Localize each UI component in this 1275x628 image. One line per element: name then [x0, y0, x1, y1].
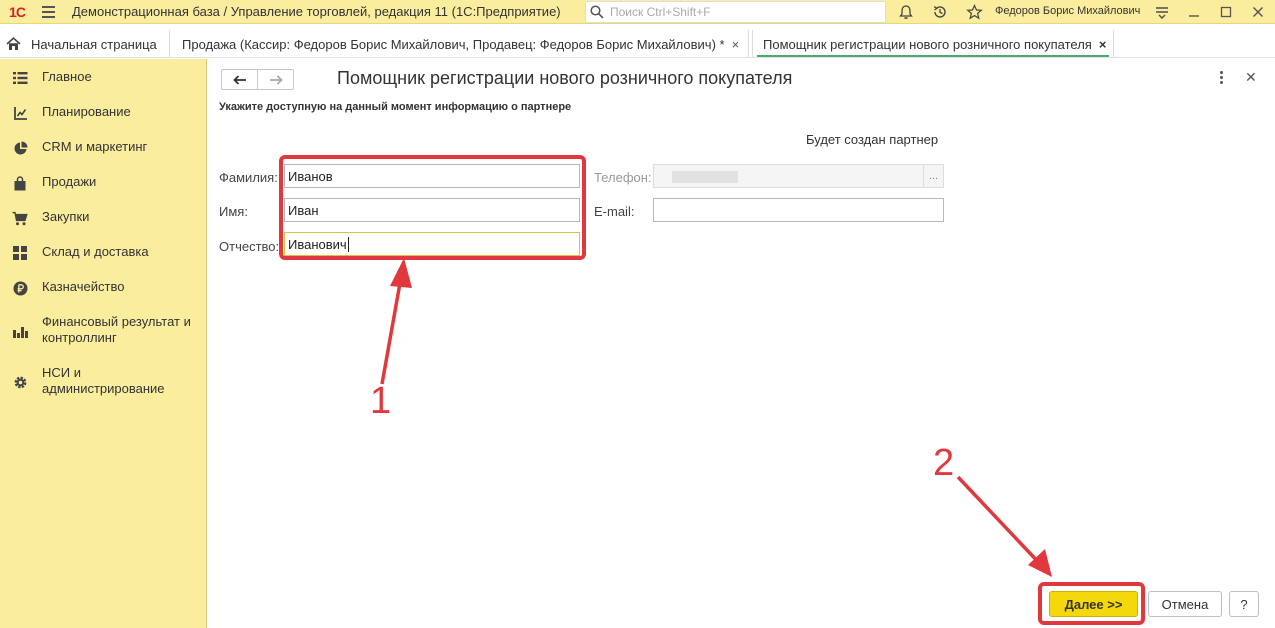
- warehouse-grid-icon: [12, 245, 28, 261]
- cancel-button[interactable]: Отмена: [1148, 591, 1222, 617]
- app-logo-icon[interactable]: 1С: [0, 0, 34, 24]
- form-area: Помощник регистрации нового розничного п…: [207, 59, 1275, 628]
- partner-note: Будет создан партнер: [806, 132, 939, 147]
- form-title: Помощник регистрации нового розничного п…: [337, 68, 793, 88]
- arrow-left-icon: [232, 74, 246, 85]
- sidebar-item-sales[interactable]: Продажи: [0, 174, 206, 191]
- tab-sale-close-icon[interactable]: ×: [732, 37, 740, 52]
- sidebar-item-admin[interactable]: НСИ и администрирование: [0, 365, 206, 397]
- annotation-box-name-fields: [279, 155, 586, 260]
- app-title: Демонстрационная база / Управление торго…: [72, 4, 561, 19]
- history-nav: [221, 69, 294, 90]
- cart-icon: [12, 210, 28, 226]
- tab-home-label: Начальная страница: [31, 36, 157, 52]
- maximize-icon[interactable]: [1212, 0, 1240, 24]
- shopping-bag-icon: [12, 175, 28, 191]
- phone-redacted-mask: [672, 171, 738, 183]
- minimize-icon[interactable]: [1180, 0, 1208, 24]
- annotation-step-2: 2: [933, 442, 955, 484]
- history-icon[interactable]: [926, 0, 954, 24]
- phone-field[interactable]: ...: [653, 164, 944, 188]
- tab-registration-assistant[interactable]: Помощник регистрации нового розничного п…: [752, 30, 1114, 58]
- annotation-box-next-button: [1038, 582, 1145, 625]
- sidebar-item-planning[interactable]: Планирование: [0, 104, 206, 121]
- tab-assistant-close-icon[interactable]: ×: [1099, 37, 1107, 52]
- arrow-right-icon: [269, 74, 283, 85]
- gear-icon: [12, 374, 28, 390]
- bar-chart-icon: [12, 323, 28, 339]
- sidebar-item-financial-result[interactable]: Финансовый результат и контроллинг: [0, 314, 206, 346]
- form-close-icon[interactable]: ✕: [1245, 69, 1257, 86]
- form-hint: Укажите доступную на данный момент инфор…: [219, 101, 572, 113]
- middle-name-label: Отчество:: [219, 239, 280, 254]
- tab-assistant-label: Помощник регистрации нового розничного п…: [763, 36, 1092, 52]
- window-close-icon[interactable]: [1244, 0, 1272, 24]
- search-input[interactable]: Поиск Ctrl+Shift+F: [585, 1, 886, 23]
- sidebar-item-crm[interactable]: CRM и маркетинг: [0, 139, 206, 156]
- email-field[interactable]: [653, 198, 944, 222]
- first-name-label: Имя:: [219, 204, 248, 219]
- phone-label: Телефон:: [594, 170, 652, 185]
- favorites-star-icon[interactable]: [960, 0, 988, 24]
- home-icon: [6, 37, 21, 50]
- ruble-coin-icon: [12, 280, 28, 296]
- sidebar-item-warehouse[interactable]: Склад и доставка: [0, 244, 206, 261]
- sidebar-item-label: Казначейство: [42, 279, 125, 294]
- tab-sale-label: Продажа (Кассир: Федоров Борис Михайлови…: [182, 36, 725, 52]
- pie-chart-icon: [12, 140, 28, 156]
- sidebar-item-label: Продажи: [42, 174, 97, 189]
- tab-home[interactable]: Начальная страница: [0, 30, 170, 58]
- sidebar-item-label: НСИ и администрирование: [42, 365, 165, 396]
- more-actions-icon[interactable]: [1215, 71, 1227, 87]
- current-user[interactable]: Федоров Борис Михайлович: [995, 5, 1140, 17]
- search-placeholder: Поиск Ctrl+Shift+F: [610, 5, 711, 19]
- sidebar-item-label: Закупки: [42, 209, 90, 224]
- sidebar-item-label: Планирование: [42, 104, 131, 119]
- forward-button[interactable]: [258, 70, 293, 89]
- planning-icon: [12, 105, 28, 121]
- sidebar-item-main[interactable]: Главное: [0, 69, 206, 86]
- back-button[interactable]: [222, 70, 258, 89]
- sidebar-item-treasury[interactable]: Казначейство: [0, 279, 206, 296]
- sidebar-item-label: Склад и доставка: [42, 244, 149, 259]
- main-menu-icon[interactable]: [34, 0, 62, 24]
- phone-select-button[interactable]: ...: [923, 165, 943, 187]
- notifications-bell-icon[interactable]: [892, 0, 920, 24]
- help-button[interactable]: ?: [1229, 591, 1259, 617]
- annotation-step-1: 1: [370, 380, 392, 422]
- sidebar-item-purchases[interactable]: Закупки: [0, 209, 206, 226]
- tab-sale-document[interactable]: Продажа (Кассир: Федоров Борис Михайлови…: [172, 30, 749, 58]
- settings-menu-icon[interactable]: [1148, 0, 1176, 24]
- open-tabs-bar: Начальная страница Продажа (Кассир: Федо…: [0, 30, 1275, 58]
- sidebar-item-label: Финансовый результат и контроллинг: [42, 314, 191, 345]
- email-label: E-mail:: [594, 204, 635, 219]
- title-bar: 1С Демонстрационная база / Управление то…: [0, 0, 1275, 24]
- sidebar-item-label: CRM и маркетинг: [42, 139, 148, 154]
- search-icon: [590, 5, 604, 19]
- last-name-label: Фамилия:: [219, 170, 278, 185]
- menu-list-icon: [12, 70, 28, 86]
- sidebar-item-label: Главное: [42, 69, 92, 84]
- sections-panel: Главное Планирование CRM и маркетинг Про…: [0, 59, 207, 628]
